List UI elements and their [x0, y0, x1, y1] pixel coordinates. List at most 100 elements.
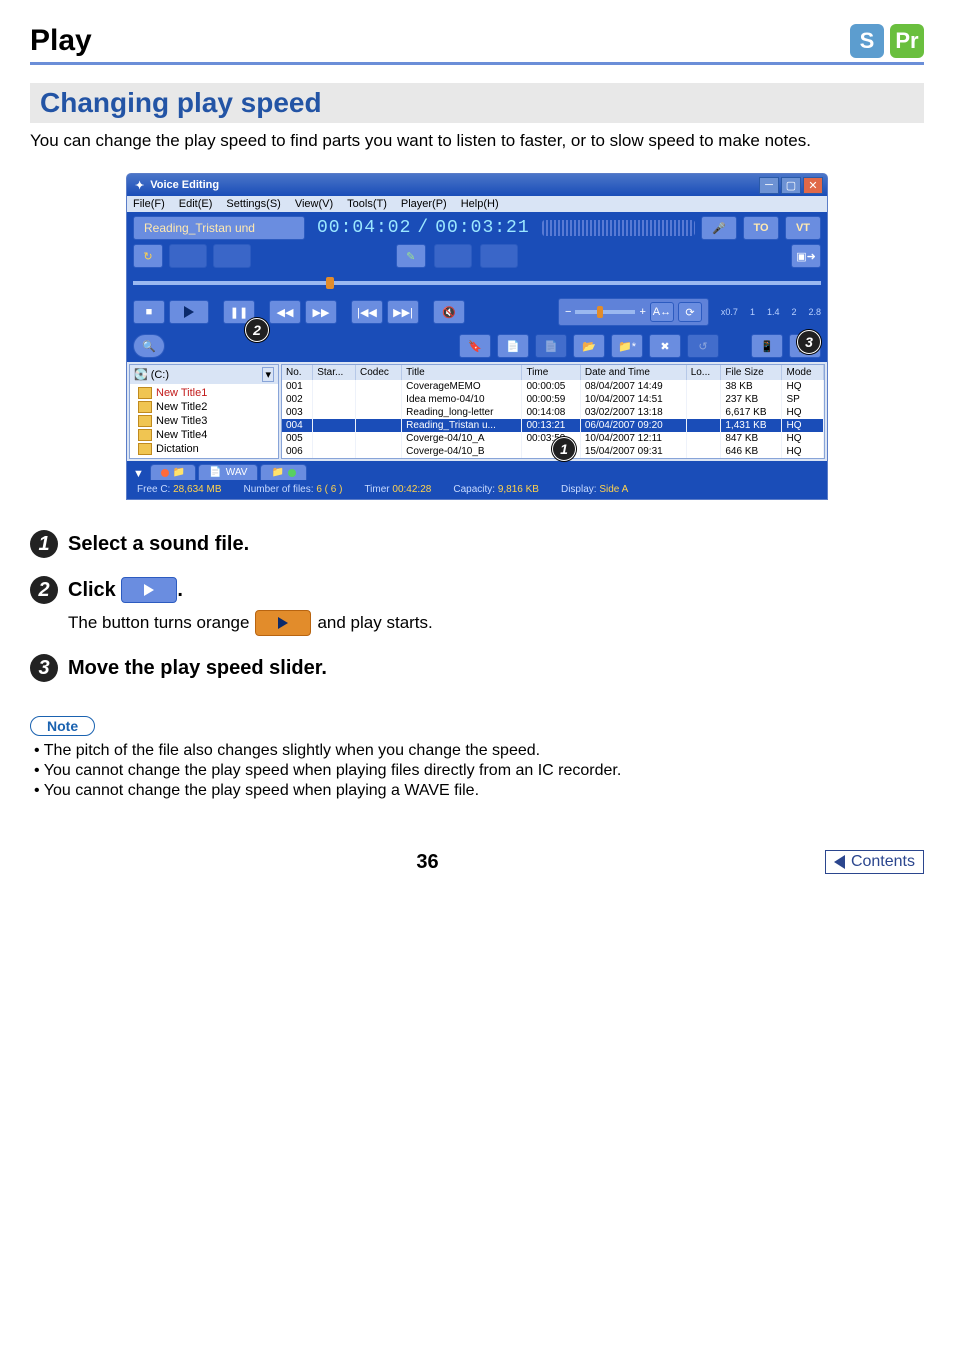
folder-item[interactable]: Dictation [136, 442, 278, 456]
edit-button[interactable]: ✎ [396, 244, 426, 268]
mid-disabled-2 [480, 244, 518, 268]
drawer-toggle-icon[interactable]: ▼ [133, 466, 148, 480]
table-row[interactable]: 004Reading_Tristan u...00:13:2106/04/200… [282, 419, 824, 432]
minimize-button[interactable]: ─ [759, 177, 779, 194]
menu-view[interactable]: View(V) [295, 198, 333, 210]
app-icon: ✦ [135, 179, 144, 192]
folder-item[interactable]: New Title4 [136, 428, 278, 442]
decor-strip [542, 220, 695, 236]
callout-1: 1 [552, 437, 576, 461]
status-bar: Free C: 28,634 MB Number of files: 6 ( 6… [127, 480, 827, 499]
reload-button[interactable]: ↻ [133, 244, 163, 268]
to-button[interactable]: TO [743, 216, 779, 240]
page-number: 36 [416, 851, 438, 874]
col-star[interactable]: Star... [313, 365, 356, 380]
left-disabled-1 [169, 244, 207, 268]
menu-edit[interactable]: Edit(E) [179, 198, 213, 210]
back-arrow-icon [834, 855, 845, 869]
export-button[interactable]: ▣➜ [791, 244, 821, 268]
table-row[interactable]: 003Reading_long-letter00:14:0803/02/2007… [282, 406, 824, 419]
copy-button[interactable]: 📄 [497, 334, 529, 358]
col-mode[interactable]: Mode [782, 365, 824, 380]
step-2-number: 2 [30, 576, 58, 604]
page-title: Play [30, 24, 92, 58]
close-button[interactable]: ✕ [803, 177, 823, 194]
speed-plus[interactable]: + [639, 306, 645, 318]
step-2-text: Click . [68, 577, 183, 603]
file-list[interactable]: No. Star... Codec Title Time Date and Ti… [281, 364, 825, 459]
menu-settings[interactable]: Settings(S) [226, 198, 280, 210]
stop-button[interactable]: ■ [133, 300, 165, 324]
tab-wav[interactable]: 📄WAV [198, 464, 258, 480]
menu-tools[interactable]: Tools(T) [347, 198, 387, 210]
menu-player[interactable]: Player(P) [401, 198, 447, 210]
folder-tree[interactable]: 💽(C:)▾ New Title1 New Title2 New Title3 … [129, 364, 279, 459]
repeat-button[interactable]: ⟳ [678, 302, 702, 322]
speed-minus[interactable]: − [565, 306, 571, 318]
folder-item[interactable]: New Title2 [136, 400, 278, 414]
time-total: 00:03:21 [435, 218, 529, 238]
speed-slider[interactable]: − + A↔ ⟳ [558, 298, 709, 326]
paste-button[interactable]: 📄 [535, 334, 567, 358]
col-time[interactable]: Time [522, 365, 580, 380]
rewind-button[interactable]: ◀◀ [269, 300, 301, 324]
header-icons: S Pr [850, 24, 924, 58]
fastfwd-button[interactable]: ▶▶ [305, 300, 337, 324]
vt-button[interactable]: VT [785, 216, 821, 240]
device-button[interactable]: 📱 [751, 334, 783, 358]
window-title: Voice Editing [150, 179, 219, 191]
mic-button[interactable]: 🎤 [701, 216, 737, 240]
callout-3: 3 [797, 330, 821, 354]
folder-item[interactable]: New Title1 [136, 386, 278, 400]
file-browser: 💽(C:)▾ New Title1 New Title2 New Title3 … [127, 362, 827, 461]
progress-handle[interactable] [326, 277, 334, 289]
play-button[interactable] [169, 300, 209, 324]
menu-help[interactable]: Help(H) [461, 198, 499, 210]
maximize-button[interactable]: ▢ [781, 177, 801, 194]
search-button[interactable]: 🔍 [133, 334, 165, 358]
note-item: You cannot change the play speed when pl… [34, 782, 924, 800]
col-no[interactable]: No. [282, 365, 313, 380]
note-item: The pitch of the file also changes sligh… [34, 742, 924, 760]
col-lo[interactable]: Lo... [686, 365, 721, 380]
step-1-number: 1 [30, 530, 58, 558]
play-button-icon-orange [255, 610, 311, 636]
contents-label: Contents [851, 853, 915, 871]
sync-button[interactable]: ↺ [687, 334, 719, 358]
speed-scale: x0.7 1 1.4 2 2.8 [721, 307, 821, 317]
tab-rec[interactable]: 📁 [260, 464, 306, 480]
menu-file[interactable]: File(F) [133, 198, 165, 210]
title-bar: ✦ Voice Editing ─ ▢ ✕ [127, 174, 827, 196]
folder-item[interactable]: New Title3 [136, 414, 278, 428]
now-playing-label: Reading_Tristan und [133, 216, 305, 240]
play-button-icon-blue [121, 577, 177, 603]
time-sep: / [417, 218, 429, 238]
drive-dropdown[interactable]: ▾ [262, 367, 274, 382]
browser-tabs: ▼ 📁 📄WAV 📁 [127, 461, 827, 480]
delete-button[interactable]: ✖ [649, 334, 681, 358]
section-heading-band: Changing play speed [30, 83, 924, 123]
next-track-button[interactable]: ▶▶| [387, 300, 419, 324]
col-date[interactable]: Date and Time [580, 365, 686, 380]
drive-icon: 💽 [134, 368, 148, 381]
mute-button[interactable]: 🔇 [433, 300, 465, 324]
table-row[interactable]: 002Idea memo-04/1000:00:5910/04/2007 14:… [282, 393, 824, 406]
new-folder-button[interactable]: 📁* [611, 334, 643, 358]
pr-icon: Pr [890, 24, 924, 58]
step-1-text: Select a sound file. [68, 533, 249, 556]
table-row[interactable]: 001CoverageMEMO00:00:0508/04/2007 14:493… [282, 380, 824, 393]
col-codec[interactable]: Codec [355, 365, 401, 380]
tab-all[interactable]: 📁 [150, 464, 196, 480]
contents-button[interactable]: Contents [825, 850, 924, 874]
folder-open-button[interactable]: 📂 [573, 334, 605, 358]
ab-repeat-button[interactable]: A↔ [650, 302, 674, 322]
col-title[interactable]: Title [402, 365, 522, 380]
col-size[interactable]: File Size [721, 365, 782, 380]
note-label: Note [30, 716, 95, 736]
time-elapsed: 00:04:02 [317, 218, 411, 238]
prev-track-button[interactable]: |◀◀ [351, 300, 383, 324]
drive-label: (C:) [151, 369, 169, 381]
progress-slider[interactable] [127, 274, 827, 294]
intro-text: You can change the play speed to find pa… [30, 131, 924, 151]
bookmark-button[interactable]: 🔖 [459, 334, 491, 358]
